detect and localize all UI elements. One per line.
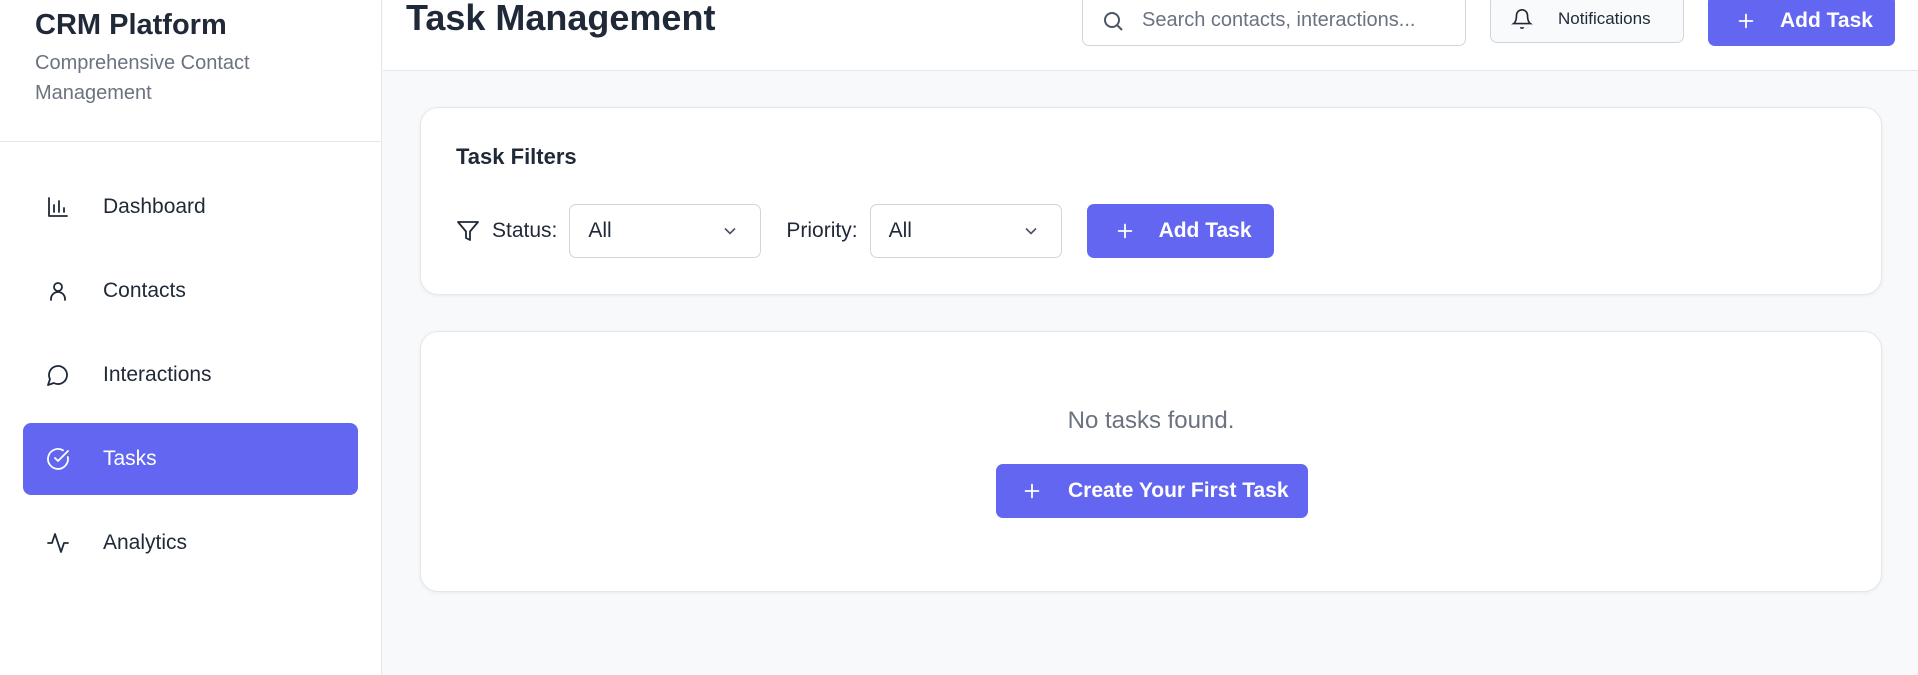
brand: CRM Platform Comprehensive Contact Manag… <box>0 0 381 142</box>
priority-select[interactable]: All <box>869 204 1062 258</box>
status-select-value: All <box>588 219 612 242</box>
filters-add-task-button[interactable]: Add Task <box>1086 204 1274 258</box>
status-label: Status: <box>492 219 558 242</box>
sidebar-item-tasks[interactable]: Tasks <box>23 423 358 495</box>
filter-row: Status: All Priority: All Add Task <box>456 204 1274 258</box>
bar-chart-icon <box>45 194 71 220</box>
search-icon <box>1104 11 1123 31</box>
priority-label: Priority: <box>786 219 858 242</box>
brand-title: CRM Platform <box>35 9 227 41</box>
search-box[interactable] <box>1082 0 1466 46</box>
chevron-down-icon <box>724 227 736 235</box>
sidebar: CRM Platform Comprehensive Contact Manag… <box>0 0 382 675</box>
search-input[interactable] <box>1142 9 1462 32</box>
create-first-task-label: Create Your First Task <box>1068 479 1289 502</box>
sidebar-item-analytics[interactable]: Analytics <box>23 507 358 579</box>
top-header: Task Management Notifications Add Task <box>383 0 1918 71</box>
sidebar-item-label: Dashboard <box>103 195 206 218</box>
sidebar-item-contacts[interactable]: Contacts <box>23 255 358 327</box>
chevron-down-icon <box>1024 227 1037 235</box>
page-title: Task Management <box>406 0 716 38</box>
activity-icon <box>45 530 71 556</box>
sidebar-nav: Dashboard Contacts Interactions Tasks An… <box>0 142 381 579</box>
sidebar-item-dashboard[interactable]: Dashboard <box>23 171 358 243</box>
tasks-empty-card: No tasks found. Create Your First Task <box>420 331 1882 592</box>
sidebar-item-interactions[interactable]: Interactions <box>23 339 358 411</box>
task-filters-card: Task Filters Status: All Priority: All A… <box>420 107 1882 295</box>
plus-icon <box>1117 223 1132 239</box>
message-circle-icon <box>45 362 71 388</box>
notifications-button[interactable]: Notifications <box>1490 0 1684 43</box>
bell-icon <box>1511 9 1533 30</box>
check-circle-icon <box>45 446 71 472</box>
user-icon <box>45 278 71 304</box>
status-select[interactable]: All <box>569 204 762 258</box>
header-add-task-label: Add Task <box>1780 8 1873 32</box>
header-add-task-button[interactable]: Add Task <box>1708 0 1895 46</box>
sidebar-item-label: Contacts <box>103 279 186 302</box>
priority-select-value: All <box>888 219 912 242</box>
empty-state-message: No tasks found. <box>1067 407 1235 434</box>
filter-icon <box>457 221 479 241</box>
plus-icon <box>1738 13 1754 28</box>
filters-add-task-label: Add Task <box>1158 219 1252 242</box>
notifications-label: Notifications <box>1558 9 1651 28</box>
sidebar-item-label: Analytics <box>103 531 188 554</box>
brand-subtitle: Comprehensive Contact Management <box>35 52 250 104</box>
create-first-task-button[interactable]: Create Your First Task <box>996 464 1308 518</box>
task-filters-title: Task Filters <box>456 144 577 169</box>
plus-icon <box>1024 483 1040 499</box>
sidebar-item-label: Tasks <box>103 447 157 470</box>
sidebar-item-label: Interactions <box>103 363 212 386</box>
